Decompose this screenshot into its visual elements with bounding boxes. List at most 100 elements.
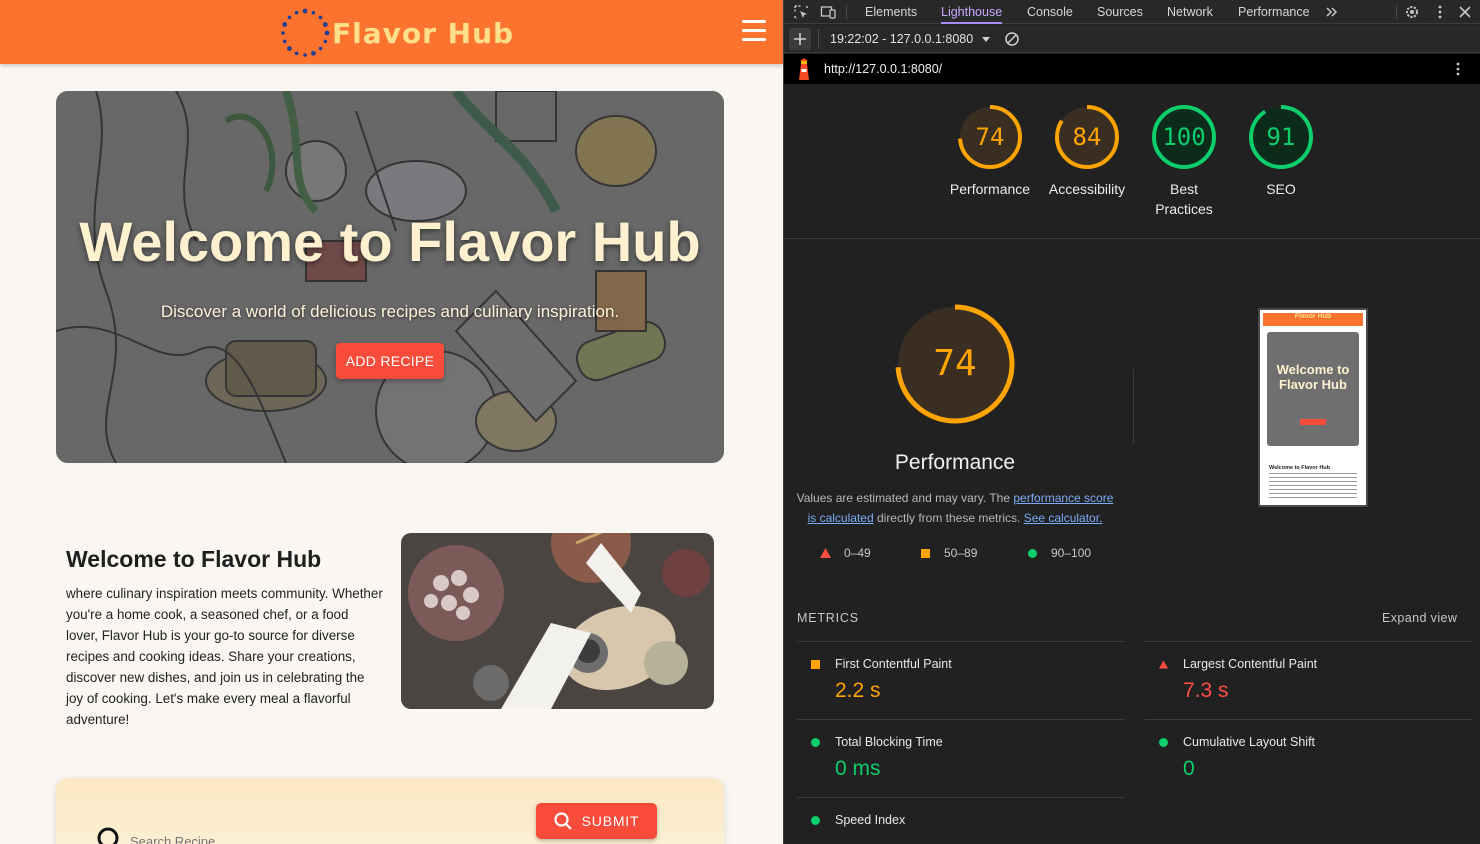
gauge-accessibility[interactable]: 84 [1054,104,1120,170]
pass-circle-icon [1159,738,1168,747]
metric-cumulative-layout-shift: Cumulative Layout Shift 0 [1145,719,1473,797]
average-square-icon [921,549,930,558]
logo-dot [294,10,299,15]
welcome-title: Welcome to Flavor Hub [66,546,322,572]
hero-banner: Welcome to Flavor Hub Discover a world o… [56,91,724,463]
logo-dot [324,30,330,36]
final-screenshot-thumbnail[interactable]: Flavor Hub Welcome to Flavor Hub Welcome… [1258,308,1368,507]
expand-view-toggle[interactable]: Expand view [1382,611,1457,625]
thumb-logo: Flavor Hub [1294,313,1332,320]
gauge-seo[interactable]: 91 [1248,104,1314,170]
gauge-label: Accessibility [1048,181,1126,197]
logo-dot [294,51,299,56]
tab-lighthouse[interactable]: Lighthouse [941,0,1003,24]
lighthouse-report: 74 Performance 84 Accessibility 100 Best Prac… [784,84,1480,844]
average-square-icon [811,660,820,669]
logo-dot [302,8,308,14]
metric-value: 0 ms [835,757,881,780]
logo-dot [323,39,328,44]
performance-big-score: 74 [933,343,977,384]
logo-dot [318,15,323,20]
inspect-element-icon[interactable] [793,4,809,20]
logo-text: Flavor Hub [332,16,515,50]
metric-name: Speed Index [835,813,906,827]
devtools-panel: Elements Lighthouse Console Sources Netw… [783,0,1480,844]
close-devtools-icon[interactable] [1457,4,1473,20]
gauge-performance[interactable]: 74 [957,104,1023,170]
tab-network[interactable]: Network [1167,0,1213,24]
metric-largest-contentful-paint: Largest Contentful Paint 7.3 s [1145,641,1473,719]
cooking-photo [401,533,714,709]
fail-triangle-icon [1159,660,1168,669]
gauge-score: 74 [975,123,1005,151]
clear-reports-icon[interactable] [1004,31,1020,47]
report-selector-label: 19:22:02 - 127.0.0.1:8080 [830,32,974,46]
submit-button[interactable]: SUBMIT [536,803,657,839]
new-report-button[interactable] [789,28,811,50]
metric-name: First Contentful Paint [835,657,952,671]
pass-circle-icon [811,738,820,747]
gauge-best-practices[interactable]: 100 [1151,104,1217,170]
legend-average: 50–89 [944,546,978,560]
metric-total-blocking-time: Total Blocking Time 0 ms [797,719,1125,797]
search-recipe-input[interactable] [130,830,430,844]
hamburger-menu-icon[interactable] [742,20,766,42]
tab-performance[interactable]: Performance [1238,0,1310,24]
tab-elements[interactable]: Elements [865,0,917,24]
metric-name: Total Blocking Time [835,735,943,749]
caret-down-icon [982,37,991,42]
metric-value: 0 [1183,757,1195,780]
pass-circle-icon [1028,549,1037,558]
logo-dot [282,39,287,44]
logo-dot [282,22,288,27]
tab-console[interactable]: Console [1027,0,1073,24]
see-calculator-link[interactable]: See calculator. [1024,511,1103,525]
thumb-hero-title: Welcome to Flavor Hub [1276,362,1350,392]
gauge-score: 84 [1072,123,1102,151]
metric-first-contentful-paint: First Contentful Paint 2.2 s [797,641,1125,719]
welcome-text: where culinary inspiration meets communi… [66,586,383,727]
logo-dot [318,46,323,51]
plus-icon [794,33,806,45]
devtools-tab-bar: Elements Lighthouse Console Sources Netw… [784,0,1480,24]
gauge-label: SEO [1266,181,1296,197]
report-menu-icon[interactable] [1450,61,1466,77]
legend-pass: 90–100 [1051,546,1092,560]
submit-label: SUBMIT [581,813,640,829]
hero-title: Welcome to Flavor Hub [79,210,701,273]
metrics-header: METRICS [797,611,859,625]
lighthouse-toolbar: 19:22:02 - 127.0.0.1:8080 [784,25,1480,53]
fail-triangle-icon [820,548,831,558]
logo-dots-icon [281,8,330,57]
logo-dot [322,22,328,27]
device-toolbar-icon[interactable] [820,4,836,20]
report-url-bar: http://127.0.0.1:8080/ [784,54,1480,84]
logo-dot [287,15,292,20]
thumb-welcome-title: Welcome to Flavor Hub [1269,465,1331,471]
performance-title: Performance [894,451,1016,474]
logo-dot [311,50,316,56]
gauge-score: 100 [1162,123,1206,151]
hero-overlay [56,91,724,463]
logo-dot [303,53,307,57]
settings-gear-icon[interactable] [1404,4,1420,20]
gauge-label: Best Practices [1155,181,1213,217]
pass-circle-icon [811,816,820,825]
search-icon [97,827,119,844]
kebab-menu-icon[interactable] [1432,4,1448,20]
logo-dot [287,46,292,51]
add-recipe-button[interactable]: ADD RECIPE [336,343,444,379]
gauge-score: 91 [1266,123,1296,151]
hero-subtitle: Discover a world of delicious recipes an… [160,302,620,321]
report-selector[interactable]: 19:22:02 - 127.0.0.1:8080 [830,25,991,53]
more-tabs-icon[interactable] [1324,4,1340,20]
search-card: SUBMIT [56,778,724,844]
performance-description: Values are estimated and may vary. The p… [796,491,1114,525]
gauge-label: Performance [949,181,1031,197]
site-logo[interactable]: Flavor Hub [278,6,514,60]
logo-dot [281,31,285,35]
report-url: http://127.0.0.1:8080/ [824,62,943,76]
tab-sources[interactable]: Sources [1097,0,1143,24]
metric-value: 2.2 s [835,679,881,702]
metric-name: Cumulative Layout Shift [1183,735,1316,749]
